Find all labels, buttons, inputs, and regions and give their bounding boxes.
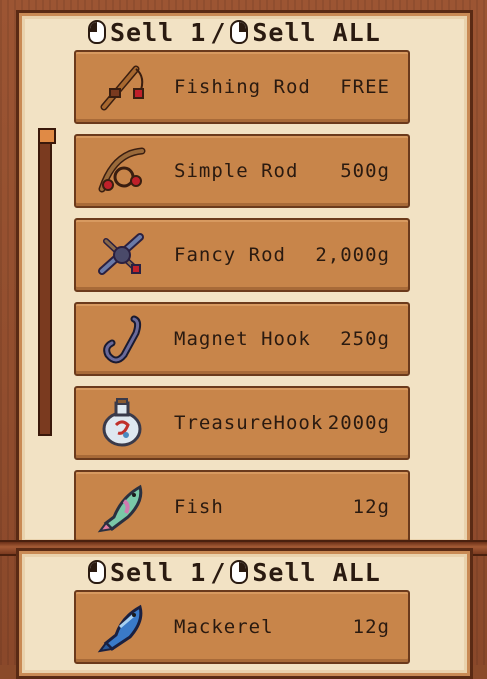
item-name: Fancy Rod	[174, 244, 286, 266]
separator-label: /	[210, 557, 227, 587]
item-name: Mackerel	[174, 616, 274, 638]
sell-one-label: Sell 1	[110, 557, 207, 587]
inventory-item-mackerel[interactable]: Mackerel 12g	[74, 590, 410, 664]
shop-item-simple-rod[interactable]: Simple Rod 500g	[74, 134, 410, 208]
fishing-rod-icon	[92, 57, 152, 117]
item-name: Fish	[174, 496, 224, 518]
item-price: 2000g	[327, 412, 390, 434]
shop-item-fish[interactable]: Fish 12g	[74, 470, 410, 544]
item-price: 12g	[352, 616, 390, 638]
shop-item-fishing-rod[interactable]: Fishing Rod FREE	[74, 50, 410, 124]
separator-label: /	[210, 17, 227, 47]
scroll-thumb[interactable]	[38, 128, 56, 144]
shop-item-fancy-rod[interactable]: Fancy Rod 2,000g	[74, 218, 410, 292]
left-mouse-icon	[88, 560, 106, 584]
right-mouse-icon	[230, 560, 249, 584]
magnet-hook-icon	[92, 309, 152, 369]
simple-rod-icon	[92, 141, 152, 201]
item-name: TreasureHook	[174, 412, 324, 434]
item-name: Simple Rod	[174, 160, 299, 182]
item-price: 500g	[340, 160, 390, 182]
scrollbar[interactable]	[38, 128, 56, 436]
treasure-hook-icon	[92, 393, 152, 453]
item-name: Magnet Hook	[174, 328, 311, 350]
sell-all-label: Sell ALL	[252, 557, 381, 587]
mackerel-icon	[92, 597, 152, 657]
right-mouse-icon	[230, 20, 249, 44]
item-price: FREE	[340, 76, 390, 98]
item-price: 2,000g	[315, 244, 390, 266]
shop-sell-header: Sell 1 / Sell ALL	[88, 17, 381, 47]
inventory-sell-header: Sell 1 / Sell ALL	[88, 557, 381, 587]
item-price: 250g	[340, 328, 390, 350]
shop-item-treasure-hook[interactable]: TreasureHook 2000g	[74, 386, 410, 460]
left-mouse-icon	[88, 20, 106, 44]
sell-one-label: Sell 1	[110, 17, 207, 47]
fancy-rod-icon	[92, 225, 152, 285]
item-price: 12g	[352, 496, 390, 518]
item-name: Fishing Rod	[174, 76, 311, 98]
shop-item-magnet-hook[interactable]: Magnet Hook 250g	[74, 302, 410, 376]
sell-all-label: Sell ALL	[252, 17, 381, 47]
fish-icon	[92, 477, 152, 537]
